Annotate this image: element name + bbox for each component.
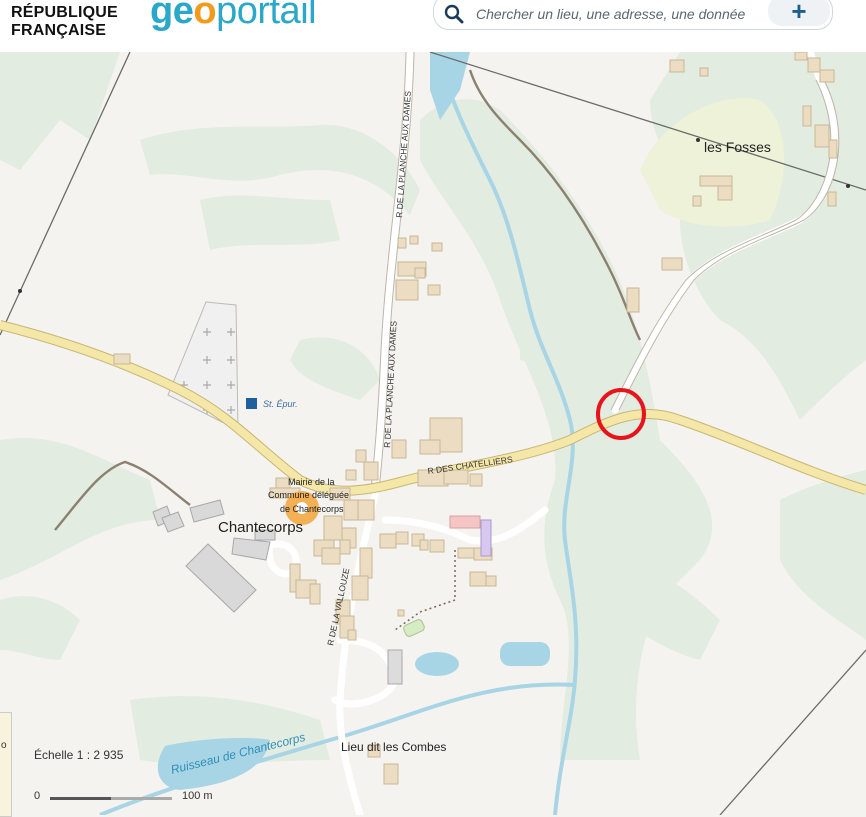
boundary-dot xyxy=(18,289,22,293)
pink-building xyxy=(449,515,481,529)
place-label-lieu-dit: Lieu dit les Combes xyxy=(341,740,446,754)
purple-building xyxy=(480,519,492,557)
scale-start-label: 0 xyxy=(34,790,41,802)
search-bar: + xyxy=(433,0,833,30)
mairie-label-line1: Mairie de la xyxy=(288,477,335,487)
scale-end-label: 100 m xyxy=(182,790,213,802)
geoportail-logo[interactable]: geoportail xyxy=(150,0,317,31)
republique-line2: FRANÇAISE xyxy=(11,22,107,39)
add-data-button[interactable]: + xyxy=(768,0,830,26)
st-epur-label: St. Épur. xyxy=(263,399,298,409)
scale-bar xyxy=(50,797,172,800)
boundary-dot xyxy=(846,184,850,188)
republique-francaise-logo[interactable]: RÉPUBLIQUE FRANÇAISE xyxy=(11,4,118,40)
place-label-les-fosses: les Fosses xyxy=(704,139,771,155)
map-canvas[interactable]: R DE LA PLANCHE AUX DAMES R DE LA PLANCH… xyxy=(0,52,866,815)
mairie-label-line2: Commune déléguée xyxy=(268,490,349,500)
scale-widget: Échelle 1 : 2 935 0 100 m xyxy=(34,748,234,808)
search-icon[interactable] xyxy=(444,4,464,24)
side-panel-tab[interactable]: o xyxy=(0,712,12,817)
boundary-dot xyxy=(696,138,700,142)
header-bar: RÉPUBLIQUE FRANÇAISE geoportail + xyxy=(0,0,866,52)
mairie-label-line3: de Chantecorps xyxy=(280,504,344,514)
treatment-plant-icon[interactable] xyxy=(246,398,257,409)
scale-ratio-label: Échelle 1 : 2 935 xyxy=(34,748,124,762)
republique-line1: RÉPUBLIQUE xyxy=(11,4,118,21)
search-input[interactable] xyxy=(474,3,768,25)
side-panel-glyph: o xyxy=(1,740,7,751)
place-label-chantecorps: Chantecorps xyxy=(218,519,303,536)
